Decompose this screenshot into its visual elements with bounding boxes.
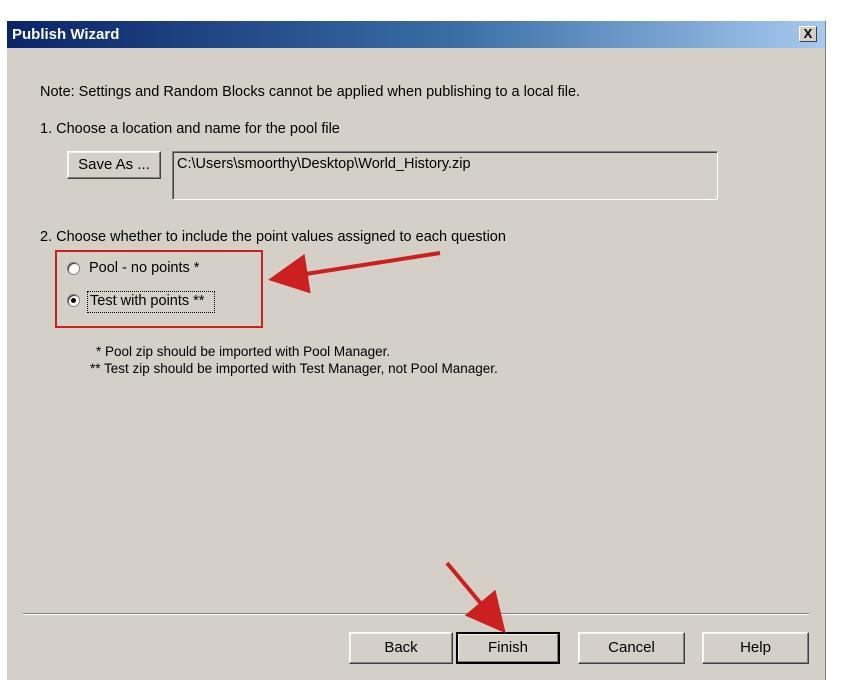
option-pool-label[interactable]: Pool - no points * (89, 260, 199, 276)
radio-pool-no-points[interactable] (67, 262, 80, 275)
step1-label: 1. Choose a location and name for the po… (40, 121, 340, 137)
note-text: Note: Settings and Random Blocks cannot … (40, 84, 581, 100)
radio-test-with-points[interactable] (67, 294, 80, 307)
publish-wizard-dialog: Publish Wizard X Note: Settings and Rand… (6, 20, 826, 680)
close-icon: X (803, 26, 813, 41)
close-button[interactable]: X (799, 26, 817, 42)
radio-selected-dot (71, 298, 76, 303)
finish-button[interactable]: Finish (456, 632, 560, 664)
footnote-pool: * Pool zip should be imported with Pool … (96, 344, 391, 359)
file-path-field[interactable]: C:\Users\smoorthy\Desktop\World_History.… (172, 151, 718, 200)
file-path-value: C:\Users\smoorthy\Desktop\World_History.… (177, 156, 471, 172)
save-as-button[interactable]: Save As ... (67, 151, 161, 179)
title-bar: Publish Wizard X (7, 21, 825, 48)
footnote-test: ** Test zip should be imported with Test… (90, 361, 498, 376)
help-button[interactable]: Help (702, 632, 809, 664)
option-test-label[interactable]: Test with points ** (90, 293, 204, 309)
step2-label: 2. Choose whether to include the point v… (40, 229, 506, 245)
window-title: Publish Wizard (12, 26, 120, 43)
cancel-button[interactable]: Cancel (578, 632, 685, 664)
back-button[interactable]: Back (349, 632, 453, 664)
